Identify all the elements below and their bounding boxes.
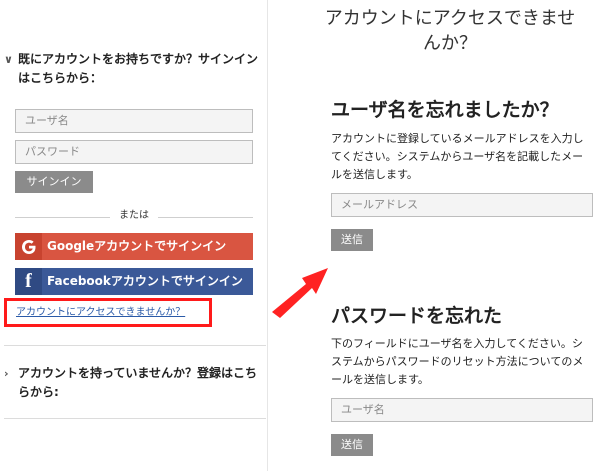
- forgot-username-heading: ユーザ名を忘れましたか？: [331, 99, 559, 121]
- no-account-section-header[interactable]: › アカウントを持っていませんか？登録はこちらから:: [4, 364, 264, 402]
- username-field[interactable]: ユーザ名: [331, 398, 593, 422]
- facebook-signin-label: Facebookアカウントでサインイン: [47, 274, 243, 288]
- signin-panel: ∨ 既にアカウントをお持ちですか？サインインはこちらから： ユーザ名 パスワード…: [0, 0, 268, 471]
- chevron-down-icon: ∨: [4, 53, 13, 66]
- facebook-signin-button[interactable]: f Facebookアカウントでサインイン: [15, 268, 253, 295]
- account-recovery-panel: アカウントにアクセスできませんか？ ユーザ名を忘れましたか？ アカウントに登録し…: [300, 0, 600, 471]
- send-password-button[interactable]: 送信: [331, 434, 373, 456]
- or-label: または: [110, 208, 158, 224]
- password-input[interactable]: パスワード: [15, 140, 253, 164]
- forgot-username-description: アカウントに登録しているメールアドレスを入力してください。システムからユーザ名を…: [331, 132, 584, 181]
- have-account-heading: 既にアカウントをお持ちですか？サインインはこちらから：: [18, 52, 259, 85]
- section-divider: [4, 418, 266, 419]
- cant-access-account-link[interactable]: アカウントにアクセスできませんか？: [16, 306, 185, 320]
- section-divider: [4, 345, 266, 346]
- have-account-section-header[interactable]: ∨ 既にアカウントをお持ちですか？サインインはこちらから：: [4, 50, 264, 88]
- page-title: アカウントにアクセスできませんか？: [324, 8, 576, 54]
- send-username-button[interactable]: 送信: [331, 229, 373, 251]
- chevron-right-icon: ›: [4, 367, 9, 380]
- forgot-password-heading: パスワードを忘れた: [331, 305, 503, 327]
- facebook-icon: f: [15, 268, 42, 295]
- forgot-password-description: 下のフィールドにユーザ名を入力してください。システムからパスワードのリセット方法…: [331, 337, 584, 386]
- google-icon: [15, 233, 42, 260]
- username-input[interactable]: ユーザ名: [15, 109, 253, 133]
- signin-button[interactable]: サインイン: [15, 171, 93, 193]
- no-account-heading: アカウントを持っていませんか？登録はこちらから:: [18, 366, 258, 399]
- google-signin-button[interactable]: Googleアカウントでサインイン: [15, 233, 253, 260]
- google-signin-label: Googleアカウントでサインイン: [47, 239, 227, 253]
- email-field[interactable]: メールアドレス: [331, 193, 593, 217]
